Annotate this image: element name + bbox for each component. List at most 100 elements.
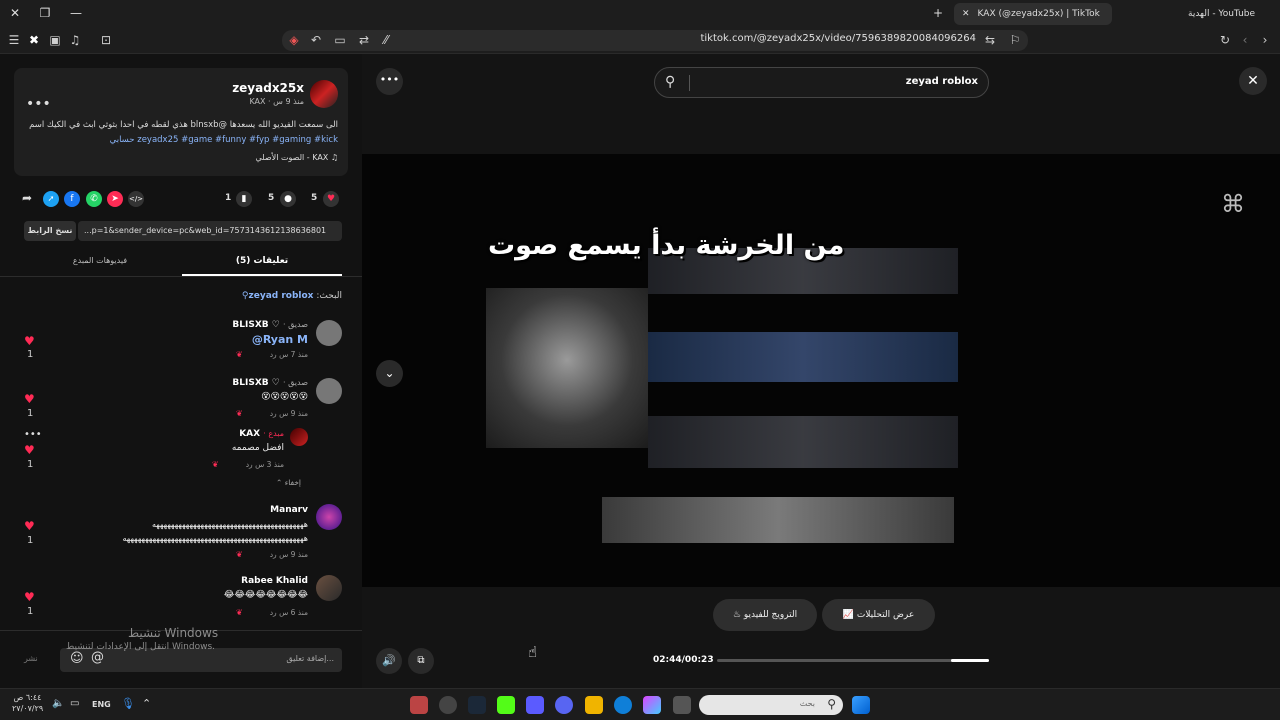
telegram-icon[interactable]: ➚ [43,191,59,207]
tab-tiktok[interactable]: ✕ KAX (@zeyadx25x) | TikTok [954,3,1112,25]
network-icon[interactable]: ▭ [70,698,79,709]
app-icon-settings[interactable] [439,696,457,714]
clock[interactable]: ٦:٤٤ ص ٢٧/٠٧/٢٩ [12,692,43,714]
hide-replies-button[interactable]: ⌃ إخفاء [276,478,301,487]
save-icon[interactable]: ▮ [236,191,252,207]
avatar[interactable] [316,378,342,404]
more-options-icon[interactable]: ••• [376,68,403,95]
search-input[interactable]: ⚲ zeyad roblox [654,67,989,98]
next-video-chevron-icon[interactable]: ⌄ [376,360,403,387]
comment-like-icon[interactable]: ♥ [24,590,35,604]
emoji-icon[interactable]: ☺ [70,651,84,666]
bookmark-icon[interactable]: ⚐ [1007,32,1023,48]
search-hint-term[interactable]: zeyad roblox [248,291,313,301]
comment-meta[interactable]: منذ 9 س رد [270,409,308,418]
post-comment-button[interactable]: نشر [24,654,38,663]
file-explorer-icon[interactable] [585,696,603,714]
comment-author[interactable]: KAX · مبدع [239,429,284,439]
steam-icon[interactable] [468,696,486,714]
screenshot-icon[interactable]: ⊡ [98,32,114,48]
back-icon[interactable]: ‹ [1237,32,1253,48]
copilot-icon[interactable] [643,696,661,714]
sound-link[interactable]: الصوت الأصلي - KAX ♫ [256,153,338,162]
avatar[interactable] [310,80,338,108]
mini-player-icon[interactable]: ⧉ [408,648,434,674]
browser-icon[interactable] [526,696,544,714]
task-view-icon[interactable] [673,696,691,714]
facebook-icon[interactable]: f [64,191,80,207]
restore-window-icon[interactable]: ❐ [35,4,55,22]
share-link-field[interactable]: ...p=1&sender_device=pc&web_id=757314361… [78,221,342,241]
app-icon-game[interactable] [410,696,428,714]
extension-icon[interactable]: ⁄⁄ [378,32,394,48]
comment-like-count: 1 [27,459,34,470]
tab-comments[interactable]: (5) تعليقات [182,252,342,276]
share-icon[interactable]: ➦ [22,191,32,205]
search-icon[interactable]: ⚲ [665,74,675,90]
comment-author[interactable]: BLISXB ♡ · صديق [232,378,308,388]
shield-icon[interactable]: ◈ [286,32,302,48]
language-indicator[interactable]: ENG [92,700,111,709]
like-icon[interactable]: ♥ [323,191,339,207]
url-field[interactable]: ◈ ↶ ▭ ⇄ ⁄⁄ tiktok.com/@zeyadx25x/video/7… [282,30,1028,51]
sidebar-icon[interactable]: ▣ [47,32,63,48]
volume-icon[interactable]: 🔊 [376,648,402,674]
comment-meta[interactable]: منذ 7 س رد [270,350,308,359]
video-glitch-band [648,332,958,382]
taskbar: ٦:٤٤ ص ٢٧/٠٧/٢٩ 🔈 ▭ ENG 🎙 ⌃ بحث ⚲ [0,688,1280,720]
embed-icon[interactable]: </> [128,191,144,207]
avatar[interactable] [316,575,342,601]
chevron-up-icon[interactable]: ⌃ [142,697,151,710]
more-options-icon[interactable]: ••• [26,96,51,112]
volume-icon[interactable]: 🔈 [52,698,64,709]
forward-icon[interactable]: › [1257,32,1273,48]
comment-like-icon[interactable]: ♥ [24,519,35,533]
comment-meta[interactable]: منذ 6 س رد [270,608,308,617]
promote-button[interactable]: ♨ الترويج للفيديو [713,599,817,631]
whatsapp-icon[interactable]: ✆ [86,191,102,207]
more-options-icon[interactable]: ••• [24,429,42,440]
avatar[interactable] [290,428,308,446]
send-icon[interactable]: ➤ [107,191,123,207]
discord-icon[interactable] [555,696,573,714]
site-settings-icon[interactable]: ⇆ [982,32,998,48]
comment-like-icon[interactable]: ♥ [24,443,35,457]
comment-text[interactable]: @Ryan M [252,333,308,346]
tab-creator-videos[interactable]: فيديوهات المبدع [20,252,180,276]
start-icon[interactable] [852,696,870,714]
comment-author[interactable]: Manarv [270,505,308,515]
close-icon[interactable]: ✕ [1239,67,1267,95]
mention-icon[interactable]: @ [91,650,104,665]
microphone-icon[interactable]: 🎙 [121,697,135,710]
music-icon[interactable]: ♫ [67,32,83,48]
comment-meta[interactable]: منذ 9 س رد [270,550,308,559]
tab-close-icon[interactable]: ✕ [962,9,970,19]
tab-youtube[interactable]: الهدية - YouTube [1180,3,1276,25]
taskbar-search[interactable]: بحث ⚲ [699,695,843,715]
post-username[interactable]: zeyadx25x [232,81,304,95]
minimize-window-icon[interactable]: — [66,4,86,22]
avatar[interactable] [316,320,342,346]
close-window-icon[interactable]: ✕ [5,4,25,22]
kick-icon[interactable] [497,696,515,714]
analytics-button[interactable]: 📈 عرض التحليلات [822,599,935,631]
browser-logo-icon[interactable]: ✖ [26,32,42,48]
copy-link-button[interactable]: نسخ الرابط [24,221,76,241]
progress-bar[interactable] [717,659,989,662]
translate-icon[interactable]: ⇄ [356,32,372,48]
comment-meta[interactable]: منذ 3 س رد [246,460,284,469]
back-arrow-icon[interactable]: ↶ [308,32,324,48]
comment-icon[interactable]: ● [280,191,296,207]
reader-icon[interactable]: ▭ [332,32,348,48]
comment-author[interactable]: BLISXB ♡ · صديق [232,320,308,330]
menu-icon[interactable]: ☰ [6,32,22,48]
avatar[interactable] [316,504,342,530]
caption-line-2[interactable]: حسابي zeyadx25 #game #funny #fyp #gaming… [24,135,338,145]
comment-like-icon[interactable]: ♥ [24,334,35,348]
comment-like-icon[interactable]: ♥ [24,392,35,406]
edge-icon[interactable] [614,696,632,714]
video-frame[interactable]: ⌘ من الخرشة بدأ يسمع صوت [362,154,1280,587]
comment-author[interactable]: Rabee Khalid [241,576,308,586]
reload-icon[interactable]: ↻ [1217,32,1233,48]
new-tab-button[interactable]: + [928,4,948,22]
